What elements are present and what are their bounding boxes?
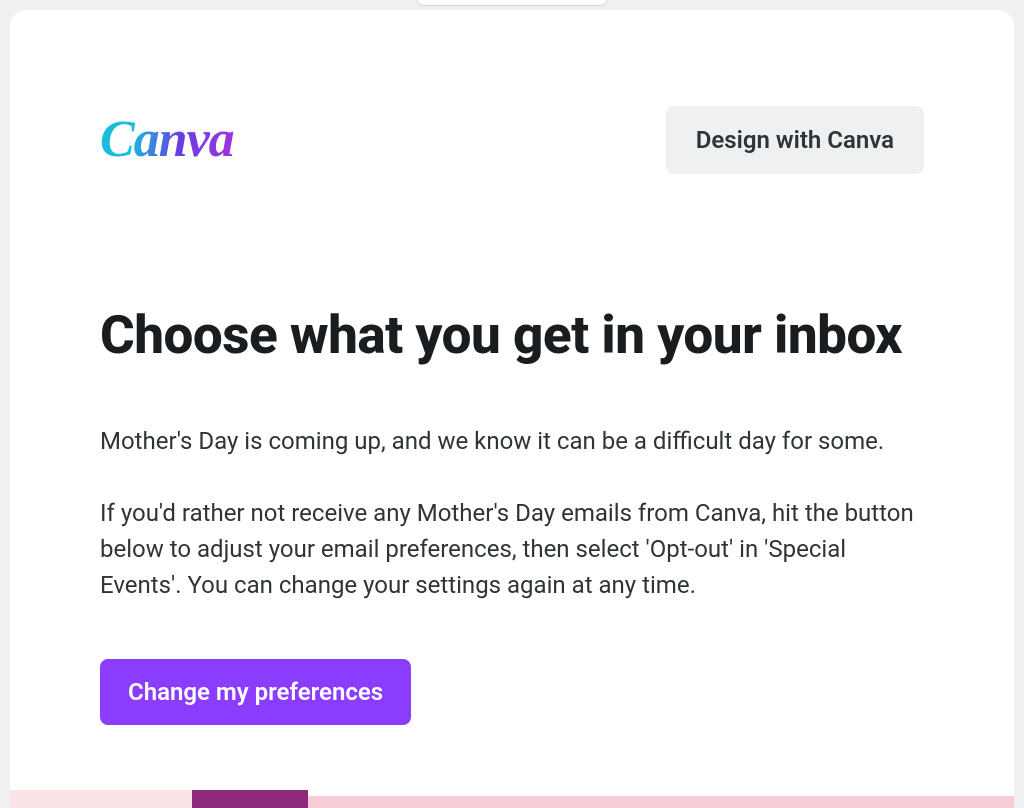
- change-preferences-button[interactable]: Change my preferences: [100, 659, 411, 725]
- footer-purple-strip: [192, 790, 308, 808]
- footer-pink-left: [10, 790, 192, 808]
- body-paragraph-2: If you'd rather not receive any Mother's…: [100, 495, 924, 603]
- header-row: Canva Design with Canva: [100, 106, 924, 174]
- page-heading: Choose what you get in your inbox: [100, 304, 924, 368]
- footer-decorative-graphic: [10, 790, 1014, 808]
- body-paragraph-1: Mother's Day is coming up, and we know i…: [100, 423, 924, 459]
- design-with-canva-button[interactable]: Design with Canva: [666, 106, 924, 174]
- email-card: Canva Design with Canva Choose what you …: [10, 10, 1014, 808]
- footer-pink-right: [308, 796, 1014, 808]
- canva-logo: Canva: [100, 114, 234, 166]
- browser-tab-stub: [417, 0, 607, 6]
